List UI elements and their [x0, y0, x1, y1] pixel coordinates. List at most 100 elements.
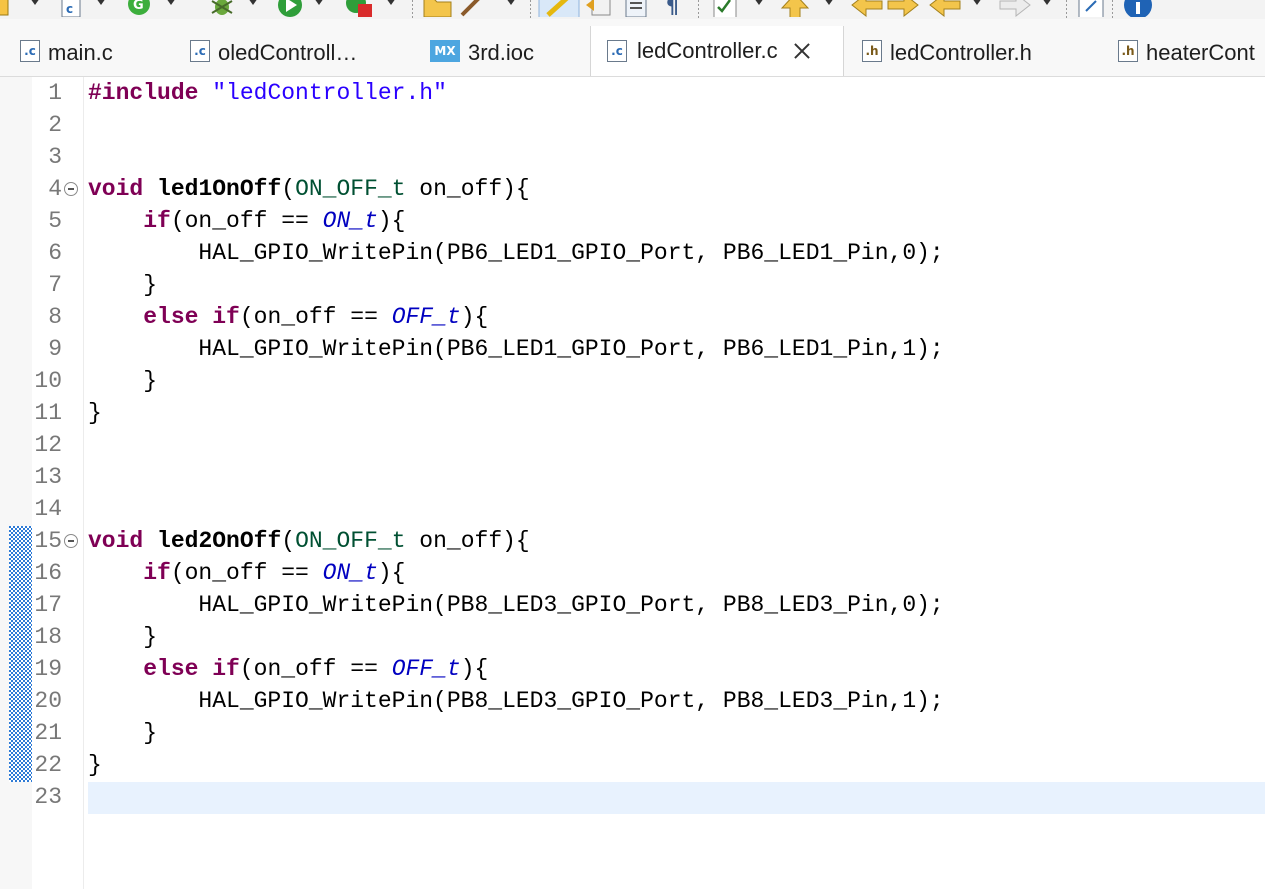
tasks-dropdown-icon[interactable] — [754, 0, 764, 5]
code-token: } — [88, 368, 158, 394]
navigate-back-icon[interactable] — [584, 0, 614, 17]
code-editor[interactable]: 1 2 3 4 5 6 7 8 9 10 11 12 13 14 15 16 17 18 19 20 21 22 23 #i… — [0, 77, 1265, 889]
code-token: "ledController.h" — [212, 80, 447, 106]
code-token: ){ — [460, 304, 489, 330]
tab-label: ledController.c — [637, 38, 778, 63]
debug-dropdown-icon[interactable] — [248, 0, 258, 5]
line-number: 7 — [48, 272, 62, 298]
new-file-icon[interactable] — [0, 0, 10, 17]
new-c-file-dropdown-icon[interactable] — [96, 0, 106, 5]
code-token: HAL_GPIO_WritePin(PB6_LED1_GPIO_Port, PB… — [88, 336, 944, 362]
external-tools-icon[interactable] — [344, 0, 374, 17]
code-line[interactable]: #include "ledController.h" — [88, 77, 447, 109]
tab-heater-controller[interactable]: .h heaterCont — [1118, 40, 1255, 76]
prev-icon[interactable] — [850, 0, 884, 17]
info-icon[interactable] — [1122, 0, 1154, 17]
code-line[interactable]: } — [88, 365, 157, 397]
tab-led-controller-h[interactable]: .h ledController.h — [862, 40, 1032, 76]
code-line[interactable]: } — [88, 717, 157, 749]
code-line[interactable]: } — [88, 269, 157, 301]
code-line[interactable]: HAL_GPIO_WritePin(PB6_LED1_GPIO_Port, PB… — [88, 333, 944, 365]
open-perspective-icon[interactable] — [1076, 0, 1106, 17]
code-token: ON_OFF_t — [295, 528, 406, 554]
up-icon[interactable] — [778, 0, 812, 17]
new-file-dropdown-icon[interactable] — [30, 0, 40, 5]
code-token: ){ — [377, 208, 406, 234]
wand-icon[interactable] — [458, 0, 490, 17]
tab-main-c[interactable]: .c main.c — [20, 40, 113, 76]
code-token: ){ — [377, 560, 406, 586]
external-tools-dropdown-icon[interactable] — [386, 0, 396, 5]
code-token: void — [88, 528, 144, 554]
h-file-icon: .h — [1118, 40, 1138, 62]
c-file-icon: .c — [190, 40, 210, 62]
open-folder-icon[interactable] — [422, 0, 454, 17]
mx-file-icon: MX — [430, 40, 460, 62]
line-number: 21 — [34, 720, 62, 746]
main-toolbar: c G ¶ — [0, 0, 1265, 19]
line-number: 1 — [48, 80, 62, 106]
code-line[interactable]: } — [88, 397, 102, 429]
tasks-icon[interactable] — [708, 0, 742, 17]
refresh-dropdown-icon[interactable] — [166, 0, 176, 5]
code-line[interactable]: if(on_off == ON_t){ — [88, 557, 405, 589]
code-line[interactable]: HAL_GPIO_WritePin(PB8_LED3_GPIO_Port, PB… — [88, 589, 943, 621]
run-dropdown-icon[interactable] — [314, 0, 324, 5]
next-icon[interactable] — [886, 0, 920, 17]
code-line[interactable]: void led1OnOff(ON_OFF_t on_off){ — [88, 173, 530, 205]
highlight-icon[interactable] — [538, 0, 580, 17]
code-token: if — [143, 208, 171, 234]
forward-dropdown-icon[interactable] — [1042, 0, 1052, 5]
new-c-file-icon[interactable]: c — [60, 0, 82, 17]
line-number: 2 — [48, 112, 62, 138]
toolbar-separator — [698, 0, 699, 19]
debug-icon[interactable] — [208, 0, 236, 17]
run-icon[interactable] — [276, 0, 304, 17]
code-token: else — [143, 304, 199, 330]
line-number-gutter: 1 2 3 4 5 6 7 8 9 10 11 12 13 14 15 16 17 18 19 20 21 22 23 — [32, 77, 82, 889]
code-line[interactable]: else if(on_off == OFF_t){ — [88, 653, 488, 685]
svg-text:G: G — [133, 0, 144, 13]
line-number: 4 — [48, 176, 62, 202]
back-icon[interactable] — [928, 0, 962, 17]
forward-icon[interactable] — [998, 0, 1032, 17]
code-line[interactable]: HAL_GPIO_WritePin(PB6_LED1_GPIO_Port, PB… — [88, 237, 944, 269]
collapse-icon[interactable] — [64, 534, 78, 548]
code-line[interactable]: if(on_off == ON_t){ — [88, 205, 405, 237]
list-icon[interactable] — [622, 0, 650, 17]
back-dropdown-icon[interactable] — [972, 0, 982, 5]
code-line[interactable]: } — [88, 749, 102, 781]
wand-dropdown-icon[interactable] — [506, 0, 516, 5]
code-token: (on_off == — [170, 208, 323, 234]
line-number: 15 — [34, 528, 62, 554]
line-number: 12 — [34, 432, 62, 458]
svg-text:c: c — [66, 2, 73, 16]
code-token: } — [88, 624, 158, 650]
paragraph-icon[interactable]: ¶ — [664, 0, 684, 17]
code-token: HAL_GPIO_WritePin(PB6_LED1_GPIO_Port, PB… — [88, 240, 944, 266]
up-dropdown-icon[interactable] — [824, 0, 834, 5]
code-line[interactable]: void led2OnOff(ON_OFF_t on_off){ — [88, 525, 530, 557]
code-token: (on_off == — [170, 560, 323, 586]
tab-oled-controller-c[interactable]: .c oledControll… — [190, 40, 357, 76]
code-line[interactable]: HAL_GPIO_WritePin(PB8_LED3_GPIO_Port, PB… — [88, 685, 943, 717]
collapse-icon[interactable] — [64, 182, 78, 196]
code-token: OFF_t — [391, 656, 461, 682]
tab-led-controller-c[interactable]: .c ledController.c — [590, 26, 844, 76]
tab-label: heaterCont — [1146, 40, 1255, 65]
line-number: 14 — [34, 496, 62, 522]
code-line[interactable]: } — [88, 621, 157, 653]
close-icon[interactable] — [792, 41, 812, 61]
code-token: on_off){ — [405, 528, 530, 554]
tab-3rd-ioc[interactable]: MX 3rd.ioc — [430, 40, 534, 76]
code-token: } — [88, 400, 102, 426]
refresh-icon[interactable]: G — [126, 0, 152, 17]
code-token: void — [88, 176, 144, 202]
code-token: OFF_t — [391, 304, 461, 330]
code-line[interactable]: else if(on_off == OFF_t){ — [88, 301, 488, 333]
